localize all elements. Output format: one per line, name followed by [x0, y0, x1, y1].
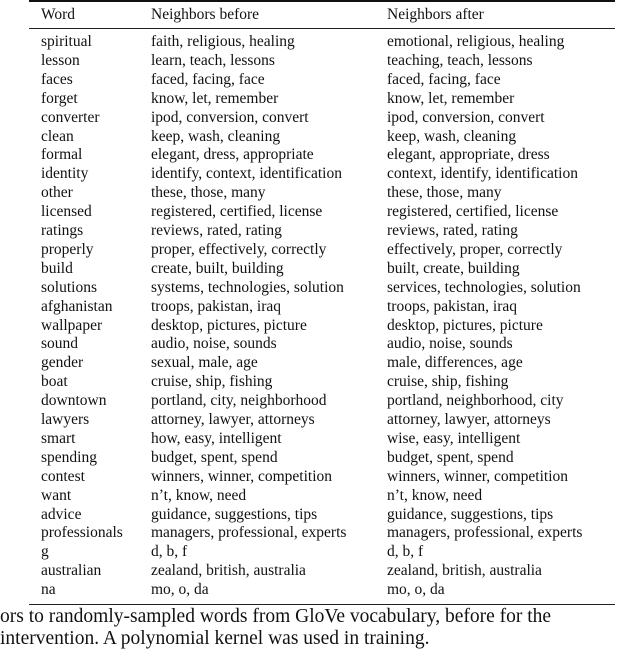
- cell-neighbors-after: mo, o, da: [387, 581, 445, 599]
- cell-word: clean: [41, 127, 74, 145]
- cell-neighbors-after: zealand, british, australia: [387, 562, 542, 580]
- cell-neighbors-before: guidance, suggestions, tips: [151, 505, 318, 523]
- cell-word: na: [41, 581, 56, 599]
- cell-neighbors-after: winners, winner, competition: [387, 467, 569, 485]
- cell-neighbors-before: managers, professional, experts: [151, 524, 347, 542]
- cell-word: identity: [41, 165, 89, 183]
- cell-neighbors-after: effectively, proper, correctly: [387, 240, 563, 258]
- cell-neighbors-after: services, technologies, solution: [387, 278, 581, 296]
- cell-neighbors-after: registered, certified, license: [387, 203, 559, 221]
- cell-neighbors-after: budget, spent, spend: [387, 448, 514, 466]
- cell-neighbors-before: cruise, ship, fishing: [151, 373, 273, 391]
- cell-neighbors-before: d, b, f: [151, 543, 188, 561]
- cell-word: afghanistan: [41, 297, 113, 315]
- cell-neighbors-after: context, identify, identification: [387, 165, 578, 183]
- cell-neighbors-before: winners, winner, competition: [151, 467, 333, 485]
- cell-word: faces: [41, 70, 73, 88]
- cell-word: sound: [41, 335, 79, 353]
- cell-neighbors-before: faith, religious, healing: [151, 33, 295, 50]
- cell-neighbors-after: audio, noise, sounds: [387, 335, 513, 353]
- cell-word: contest: [41, 467, 85, 485]
- cell-neighbors-after: reviews, rated, rating: [387, 222, 518, 239]
- cell-neighbors-after: emotional, religious, healing: [387, 33, 565, 50]
- cell-neighbors-before: ipod, conversion, convert: [151, 108, 309, 126]
- cell-word: other: [41, 184, 73, 202]
- cell-word: lesson: [41, 51, 80, 69]
- cell-neighbors-before: proper, effectively, correctly: [151, 240, 327, 258]
- cell-neighbors-before: sexual, male, age: [151, 354, 258, 372]
- cell-neighbors-after: elegant, appropriate, dress: [387, 146, 550, 164]
- cell-word: build: [41, 259, 73, 277]
- cell-neighbors-before: know, let, remember: [151, 89, 279, 107]
- cell-neighbors-before: elegant, dress, appropriate: [151, 146, 314, 164]
- cell-neighbors-before: audio, noise, sounds: [151, 335, 277, 353]
- header-neighbors-after: Neighbors after: [387, 6, 484, 23]
- cell-word: spiritual: [41, 33, 92, 50]
- cell-neighbors-after: wise, easy, intelligent: [387, 429, 521, 447]
- cell-neighbors-after: teaching, teach, lessons: [387, 51, 533, 69]
- cell-word: solutions: [41, 278, 97, 296]
- header-neighbors-before: Neighbors before: [151, 6, 260, 23]
- cell-word: gender: [41, 354, 84, 372]
- cell-neighbors-before: faced, facing, face: [151, 70, 265, 88]
- cell-neighbors-before: portland, city, neighborhood: [151, 392, 327, 410]
- cell-word: converter: [41, 108, 100, 126]
- cell-neighbors-after: attorney, lawyer, attorneys: [387, 411, 551, 428]
- caption-line-1: ors to randomly-sampled words from GloVe…: [0, 606, 552, 627]
- cell-word: professionals: [41, 524, 123, 542]
- cell-word: formal: [41, 146, 83, 164]
- cell-word: lawyers: [41, 411, 90, 428]
- cell-neighbors-before: how, easy, intelligent: [151, 429, 282, 447]
- cell-neighbors-after: troops, pakistan, iraq: [387, 297, 518, 315]
- cell-word: forget: [41, 89, 78, 107]
- cell-neighbors-before: keep, wash, cleaning: [151, 127, 281, 145]
- cell-neighbors-after: ipod, conversion, convert: [387, 108, 545, 126]
- cell-word: smart: [41, 429, 76, 447]
- cell-neighbors-before: identify, context, identification: [151, 165, 342, 183]
- cell-word: ratings: [41, 222, 84, 239]
- cell-neighbors-after: d, b, f: [387, 543, 424, 561]
- table-header-rule: [29, 28, 615, 29]
- cell-neighbors-after: managers, professional, experts: [387, 524, 583, 542]
- cell-neighbors-after: portland, neighborhood, city: [387, 392, 564, 410]
- cell-word: downtown: [41, 392, 107, 410]
- cell-neighbors-before: n’t, know, need: [151, 486, 247, 504]
- cell-neighbors-after: know, let, remember: [387, 89, 515, 107]
- cell-neighbors-before: systems, technologies, solution: [151, 278, 344, 296]
- cell-neighbors-before: these, those, many: [151, 184, 266, 202]
- cell-neighbors-after: keep, wash, cleaning: [387, 127, 517, 145]
- cell-neighbors-before: create, built, building: [151, 259, 284, 277]
- cell-neighbors-after: desktop, pictures, picture: [387, 316, 543, 334]
- caption-line-2: intervention. A polynomial kernel was us…: [0, 628, 430, 649]
- cell-neighbors-after: n’t, know, need: [387, 486, 483, 504]
- cell-neighbors-after: cruise, ship, fishing: [387, 373, 509, 391]
- cell-neighbors-before: learn, teach, lessons: [151, 51, 275, 69]
- cell-word: licensed: [41, 203, 92, 221]
- cell-neighbors-before: zealand, british, australia: [151, 562, 306, 580]
- cell-neighbors-before: troops, pakistan, iraq: [151, 297, 282, 315]
- cell-neighbors-before: desktop, pictures, picture: [151, 316, 307, 334]
- cell-neighbors-before: mo, o, da: [151, 581, 209, 599]
- cell-word: advice: [41, 505, 82, 523]
- cell-neighbors-before: budget, spent, spend: [151, 448, 278, 466]
- cell-word: australian: [41, 562, 102, 580]
- cell-neighbors-after: built, create, building: [387, 259, 520, 277]
- cell-word: properly: [41, 240, 94, 258]
- cell-word: g: [41, 543, 49, 561]
- cell-neighbors-after: guidance, suggestions, tips: [387, 505, 554, 523]
- cell-neighbors-after: male, differences, age: [387, 354, 523, 372]
- cell-word: wallpaper: [41, 316, 103, 334]
- cell-neighbors-before: attorney, lawyer, attorneys: [151, 411, 315, 428]
- cell-neighbors-after: these, those, many: [387, 184, 502, 202]
- cell-neighbors-before: reviews, rated, rating: [151, 222, 282, 239]
- header-word: Word: [41, 6, 76, 23]
- cell-word: spending: [41, 448, 97, 466]
- cell-neighbors-after: faced, facing, face: [387, 70, 501, 88]
- table-top-rule: [29, 0, 615, 2]
- cell-neighbors-before: registered, certified, license: [151, 203, 323, 221]
- table-bottom-rule: [29, 604, 615, 605]
- cell-word: want: [41, 486, 72, 504]
- cell-word: boat: [41, 373, 68, 391]
